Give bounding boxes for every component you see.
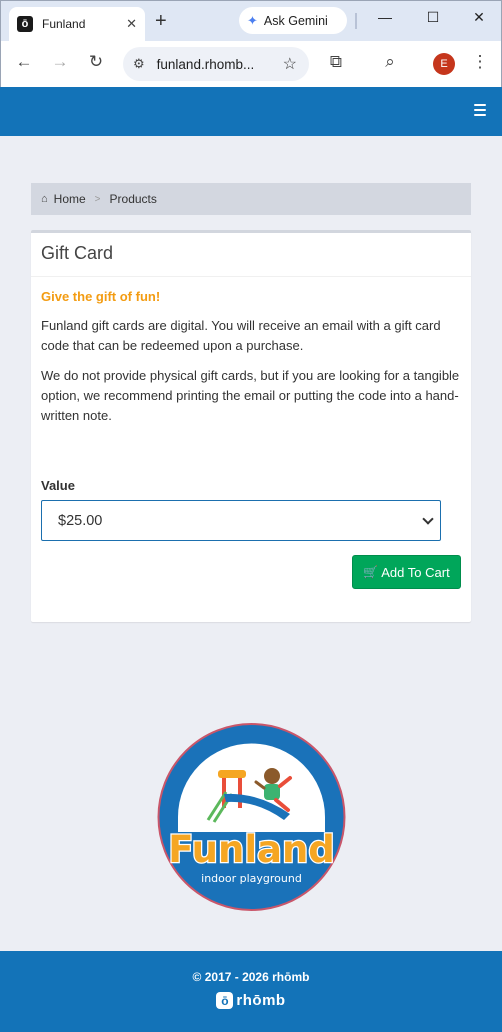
breadcrumb: ⌂ Home > Products xyxy=(31,183,471,215)
close-tab-icon[interactable]: ✕ xyxy=(126,16,137,32)
funland-logo: Funland indoor playground xyxy=(157,723,346,911)
window-close-icon[interactable]: ✕ xyxy=(467,9,491,26)
url-text: funland.rhomb... xyxy=(156,56,255,72)
chevron-down-icon xyxy=(422,512,434,525)
gift-card-panel: Gift Card Give the gift of fun! Funland … xyxy=(31,230,471,622)
value-select[interactable]: $25.00 xyxy=(41,500,441,541)
promo-text: Give the gift of fun! xyxy=(41,289,161,304)
hamburger-menu-icon[interactable] xyxy=(474,104,486,116)
breadcrumb-home-link[interactable]: Home xyxy=(54,192,86,206)
tab-title: Funland xyxy=(42,17,86,31)
maximize-icon[interactable]: ☐ xyxy=(421,9,445,26)
extensions-icon[interactable]: ⧉ xyxy=(325,52,347,72)
forward-icon[interactable]: → xyxy=(49,52,71,72)
rhomb-wordmark: rhōmb xyxy=(236,992,286,1009)
breadcrumb-separator: > xyxy=(94,193,101,205)
card-body: Give the gift of fun! Funland gift cards… xyxy=(31,277,471,448)
add-to-cart-button[interactable]: 🛒 Add To Cart xyxy=(352,555,461,589)
browser-toolbar: ← → ↻ ⚙ funland.rhomb... ☆ ⧉ ⌕ ⋮ xyxy=(1,41,501,87)
back-icon[interactable]: ← xyxy=(13,52,35,72)
site-header xyxy=(0,87,502,136)
new-tab-icon[interactable]: + xyxy=(155,10,167,33)
logo-tagline: indoor playground xyxy=(201,872,302,885)
more-menu-icon[interactable]: ⋮ xyxy=(469,52,491,72)
home-icon: ⌂ xyxy=(41,193,48,205)
breadcrumb-current: Products xyxy=(109,192,157,206)
profile-avatar[interactable]: E xyxy=(433,53,455,75)
copyright-text: © 2017 - 2026 rhōmb xyxy=(192,970,310,984)
address-bar[interactable]: ⚙ funland.rhomb... ☆ xyxy=(123,47,309,81)
gemini-label: Ask Gemini xyxy=(263,13,328,28)
bookmark-star-icon[interactable]: ☆ xyxy=(283,54,297,74)
favicon-icon: ō xyxy=(17,16,33,32)
card-title: Gift Card xyxy=(31,233,471,277)
site-info-icon[interactable]: ⚙ xyxy=(133,56,145,72)
rhomb-badge-icon: ō xyxy=(216,992,234,1009)
browser-chrome: ō Funland ✕ + ✦ Ask Gemini — ☐ ✕ ← → ↻ ⚙… xyxy=(0,0,502,87)
ask-gemini-button[interactable]: ✦ Ask Gemini xyxy=(239,7,347,34)
add-to-cart-label: Add To Cart xyxy=(381,564,450,580)
tabstrip-divider xyxy=(355,13,357,29)
minimize-icon[interactable]: — xyxy=(373,9,397,25)
reload-icon[interactable]: ↻ xyxy=(85,52,107,72)
search-tabs-icon[interactable]: ⌕ xyxy=(379,52,401,72)
value-label: Value xyxy=(41,478,75,493)
description-paragraph-1: Funland gift cards are digital. You will… xyxy=(41,318,441,353)
cart-icon: 🛒 xyxy=(363,565,379,579)
browser-tab[interactable]: ō Funland ✕ xyxy=(9,7,145,41)
gemini-icon: ✦ xyxy=(247,12,258,28)
description-paragraph-2: We do not provide physical gift cards, b… xyxy=(41,368,460,423)
value-selected: $25.00 xyxy=(58,512,103,529)
site-footer: © 2017 - 2026 rhōmb ō rhōmb xyxy=(0,951,502,1032)
logo-wordmark: Funland xyxy=(168,828,335,871)
rhomb-logo[interactable]: ō rhōmb xyxy=(0,992,502,1009)
tab-strip: ō Funland ✕ + ✦ Ask Gemini — ☐ ✕ xyxy=(1,1,501,41)
